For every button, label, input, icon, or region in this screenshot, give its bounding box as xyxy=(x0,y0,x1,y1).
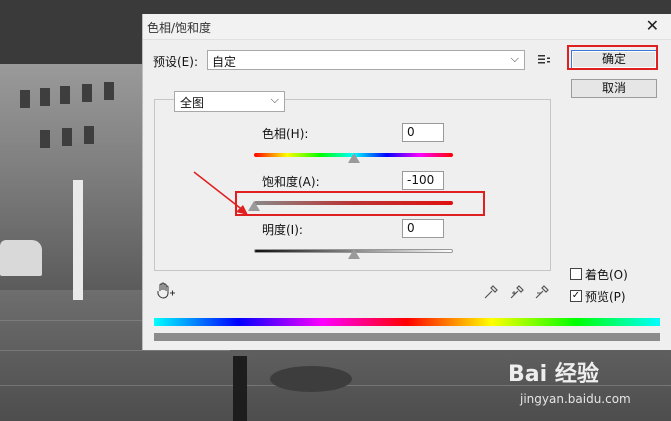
range-select[interactable]: 全图 ⌵ xyxy=(174,91,285,112)
saturation-input[interactable]: -100 xyxy=(402,171,444,190)
eyedropper-minus-icon[interactable] xyxy=(534,282,550,304)
lightness-input[interactable]: 0 xyxy=(402,219,444,238)
photo-manhole xyxy=(270,366,352,392)
watermark: Bai 经验 jingyan.baidu.com xyxy=(508,356,668,416)
preset-value: 自定 xyxy=(212,55,237,69)
colorize-checkbox[interactable] xyxy=(570,268,582,280)
photo-window xyxy=(20,90,30,108)
eyedropper-plus-icon[interactable] xyxy=(509,282,525,304)
result-spectrum-bar xyxy=(154,333,660,341)
photo-window xyxy=(82,84,92,102)
photo-window xyxy=(60,86,70,104)
chevron-down-icon: ⌵ xyxy=(510,52,519,65)
hue-saturation-dialog: 色相/饱和度 ✕ 预设(E): 自定 ⌵ 确定 取消 全图 ⌵ 色相(H): 0… xyxy=(142,14,671,350)
close-icon[interactable]: ✕ xyxy=(646,17,659,35)
title-bar[interactable]: 色相/饱和度 ✕ xyxy=(143,14,671,40)
preview-label: 预览(P) xyxy=(585,290,626,304)
hue-label: 色相(H): xyxy=(262,127,309,141)
saturation-slider-track[interactable] xyxy=(254,201,453,205)
chevron-down-icon: ⌵ xyxy=(270,93,279,106)
photo-window xyxy=(84,126,94,144)
photo-window xyxy=(40,88,50,106)
adjustment-panel xyxy=(154,99,551,271)
range-value: 全图 xyxy=(180,96,205,110)
hand-target-icon[interactable] xyxy=(156,282,176,304)
hue-slider-thumb[interactable] xyxy=(348,153,360,163)
photo-tile-line xyxy=(0,350,230,351)
color-spectrum-bar xyxy=(154,318,660,326)
ok-button[interactable]: 确定 xyxy=(571,50,657,69)
lightness-label: 明度(I): xyxy=(262,223,303,237)
photo-pillar xyxy=(73,180,83,300)
photo-car xyxy=(0,240,42,276)
dialog-title: 色相/饱和度 xyxy=(147,21,212,35)
colorize-label: 着色(O) xyxy=(585,268,628,282)
saturation-slider-thumb[interactable] xyxy=(248,201,260,211)
photo-pole xyxy=(233,356,247,421)
lightness-slider-thumb[interactable] xyxy=(348,249,360,259)
eyedropper-icon[interactable] xyxy=(483,282,499,304)
preset-select[interactable]: 自定 ⌵ xyxy=(207,50,525,70)
preset-label: 预设(E): xyxy=(153,55,198,69)
watermark-url: jingyan.baidu.com xyxy=(520,392,631,406)
photo-window xyxy=(40,130,50,148)
photo-window xyxy=(62,128,72,146)
photo-window xyxy=(104,82,114,100)
list-menu-icon[interactable] xyxy=(537,52,551,66)
cancel-button[interactable]: 取消 xyxy=(571,79,657,98)
watermark-logo: Bai 经验 xyxy=(508,362,599,387)
saturation-label: 饱和度(A): xyxy=(262,175,320,189)
hue-input[interactable]: 0 xyxy=(402,123,444,142)
preview-checkbox[interactable]: ✓ xyxy=(570,290,582,302)
